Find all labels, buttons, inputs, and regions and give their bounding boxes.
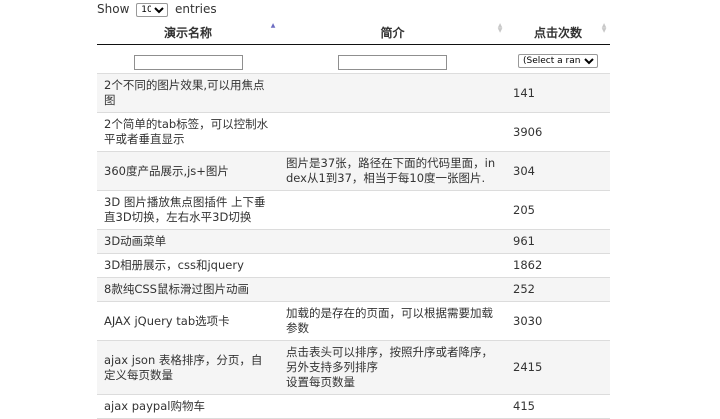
sort-both-icon: ▲ ▼ [497, 22, 503, 34]
row-desc-cell: 点击表头可以排序，按照升序或者降序，另外支持多列排序 设置每页数量 [279, 340, 506, 395]
table-row: AJAX jQuery tab选项卡 加载的是存在的页面，可以根据需要加载参数 3… [97, 301, 610, 341]
table-row: 2个简单的tab标签，可以控制水平或者垂直显示 3906 [97, 112, 610, 152]
filter-cell-name [97, 44, 279, 74]
row-desc-cell: 图片是37张，路径在下面的代码里面，index从1到37，相当于每10度一张图片… [279, 151, 506, 191]
column-header-desc[interactable]: 简介 ▲ ▼ [279, 18, 506, 45]
length-prefix: Show [97, 2, 130, 16]
row-clicks-cell: 252 [506, 277, 610, 302]
row-desc-cell [279, 253, 506, 278]
table-row: 3D动画菜单 961 [97, 229, 610, 254]
filter-cell-clicks: (Select a range) [506, 44, 610, 74]
row-clicks-cell: 304 [506, 151, 610, 191]
column-header-name-label: 演示名称 [163, 25, 212, 40]
data-table: 演示名称 ▲ 简介 ▲ ▼ 点击次数 ▲ ▼ (Select a range) … [97, 18, 610, 419]
length-menu: Show 10 entries [97, 0, 610, 18]
row-desc-cell [279, 190, 506, 230]
row-name-cell: 3D相册展示，css和jquery [97, 253, 279, 278]
clicks-range-select[interactable]: (Select a range) [518, 54, 598, 68]
row-clicks-cell: 3906 [506, 112, 610, 152]
table-row: ajax paypal购物车 415 [97, 394, 610, 419]
row-name-cell: ajax json 表格排序，分页，自定义每页数量 [97, 340, 279, 395]
row-name-cell: 2个不同的图片效果,可以用焦点图 [97, 73, 279, 113]
sort-both-icon: ▲ ▼ [601, 22, 607, 34]
name-filter-input[interactable] [133, 54, 243, 70]
row-desc-cell [279, 112, 506, 152]
table-row: 3D 图片播放焦点图插件 上下垂直3D切换，左右水平3D切换 205 [97, 190, 610, 230]
row-desc-cell: 加载的是存在的页面，可以根据需要加载参数 [279, 301, 506, 341]
length-suffix: entries [175, 2, 217, 16]
row-desc-cell [279, 229, 506, 254]
row-clicks-cell: 141 [506, 73, 610, 113]
column-header-clicks[interactable]: 点击次数 ▲ ▼ [506, 18, 610, 45]
column-header-name[interactable]: 演示名称 ▲ [97, 18, 279, 45]
row-name-cell: 360度产品展示,js+图片 [97, 151, 279, 191]
table-body: 2个不同的图片效果,可以用焦点图 141 2个简单的tab标签，可以控制水平或者垂直… [97, 73, 610, 419]
desc-filter-input[interactable] [338, 54, 447, 70]
table-row: 3D相册展示，css和jquery 1862 [97, 253, 610, 278]
filter-cell-desc [279, 44, 506, 74]
row-name-cell: 2个简单的tab标签，可以控制水平或者垂直显示 [97, 112, 279, 152]
row-name-cell: 3D 图片播放焦点图插件 上下垂直3D切换，左右水平3D切换 [97, 190, 279, 230]
table-row: 2个不同的图片效果,可以用焦点图 141 [97, 73, 610, 113]
row-desc-cell [279, 394, 506, 419]
column-header-clicks-label: 点击次数 [533, 25, 582, 40]
table-row: 360度产品展示,js+图片 图片是37张，路径在下面的代码里面，index从1到… [97, 151, 610, 191]
row-desc-cell [279, 73, 506, 113]
table-row: 8款纯CSS鼠标滑过图片动画 252 [97, 277, 610, 302]
row-clicks-cell: 961 [506, 229, 610, 254]
row-name-cell: AJAX jQuery tab选项卡 [97, 301, 279, 341]
row-clicks-cell: 3030 [506, 301, 610, 341]
sort-asc-icon: ▲ [270, 22, 276, 29]
row-clicks-cell: 1862 [506, 253, 610, 278]
table-row: ajax json 表格排序，分页，自定义每页数量 点击表头可以排序，按照升序或… [97, 340, 610, 395]
row-name-cell: 8款纯CSS鼠标滑过图片动画 [97, 277, 279, 302]
row-clicks-cell: 2415 [506, 340, 610, 395]
row-clicks-cell: 205 [506, 190, 610, 230]
row-name-cell: 3D动画菜单 [97, 229, 279, 254]
entries-per-page-select[interactable]: 10 [136, 2, 169, 17]
row-name-cell: ajax paypal购物车 [97, 394, 279, 419]
row-desc-cell [279, 277, 506, 302]
table-wrapper: Show 10 entries 演示名称 ▲ 简介 ▲ ▼ 点击次数 ▲ ▼ (… [97, 0, 610, 419]
row-clicks-cell: 415 [506, 394, 610, 419]
column-header-desc-label: 简介 [380, 25, 405, 40]
